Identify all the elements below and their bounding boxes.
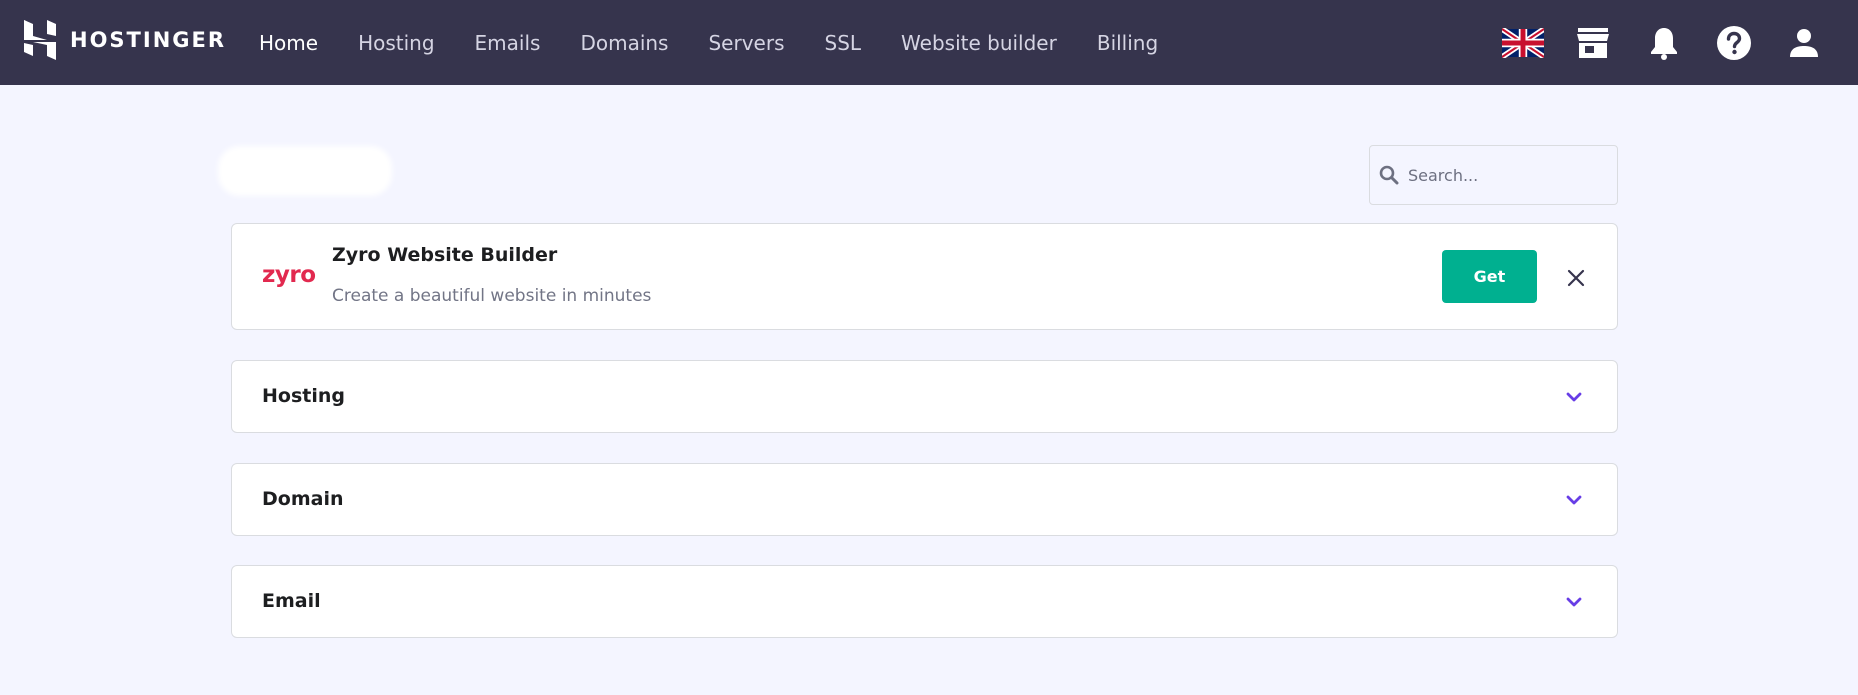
zyro-logo: zyro [262,262,316,288]
promo-title: Zyro Website Builder [332,244,558,266]
language-selector[interactable] [1502,22,1544,64]
nav-servers[interactable]: Servers [708,31,784,55]
nav-ssl[interactable]: SSL [825,31,862,55]
hostinger-logo-icon [24,20,56,60]
main-nav: Home Hosting Emails Domains Servers SSL … [259,0,1198,85]
email-section[interactable]: Email [231,565,1618,638]
nav-hosting[interactable]: Hosting [358,31,434,55]
bell-icon [1651,28,1677,60]
uk-flag-icon [1502,28,1544,58]
chevron-down-icon [1566,392,1582,402]
nav-domains[interactable]: Domains [580,31,668,55]
close-icon [1567,269,1585,287]
nav-home[interactable]: Home [259,31,318,55]
hostinger-logo[interactable]: HOSTINGER [24,20,226,60]
domain-section[interactable]: Domain [231,463,1618,536]
help-button[interactable] [1713,22,1755,64]
nav-website-builder[interactable]: Website builder [901,31,1057,55]
section-title: Email [262,590,321,612]
brand-name: HOSTINGER [70,28,227,52]
nav-emails[interactable]: Emails [475,31,541,55]
top-navigation-bar: HOSTINGER Home Hosting Emails Domains Se… [0,0,1858,85]
section-title: Hosting [262,385,345,407]
chevron-down-icon [1566,597,1582,607]
nav-billing[interactable]: Billing [1097,31,1158,55]
zyro-promo-card: zyro Zyro Website Builder Create a beaut… [231,223,1618,330]
chevron-down-icon [1566,495,1582,505]
help-icon [1717,26,1751,60]
search-icon [1379,165,1399,185]
search-input[interactable] [1406,164,1606,186]
promo-subtitle: Create a beautiful website in minutes [332,286,652,306]
store-icon [1577,28,1609,58]
user-icon [1790,29,1818,57]
get-button[interactable]: Get [1442,250,1537,303]
notifications-button[interactable] [1643,22,1685,64]
dismiss-promo-button[interactable] [1562,264,1590,292]
hosting-section[interactable]: Hosting [231,360,1618,433]
store-button[interactable] [1572,22,1614,64]
search-box[interactable] [1369,145,1618,205]
section-title: Domain [262,488,344,510]
greeting-redacted [218,146,392,196]
account-button[interactable] [1783,22,1825,64]
